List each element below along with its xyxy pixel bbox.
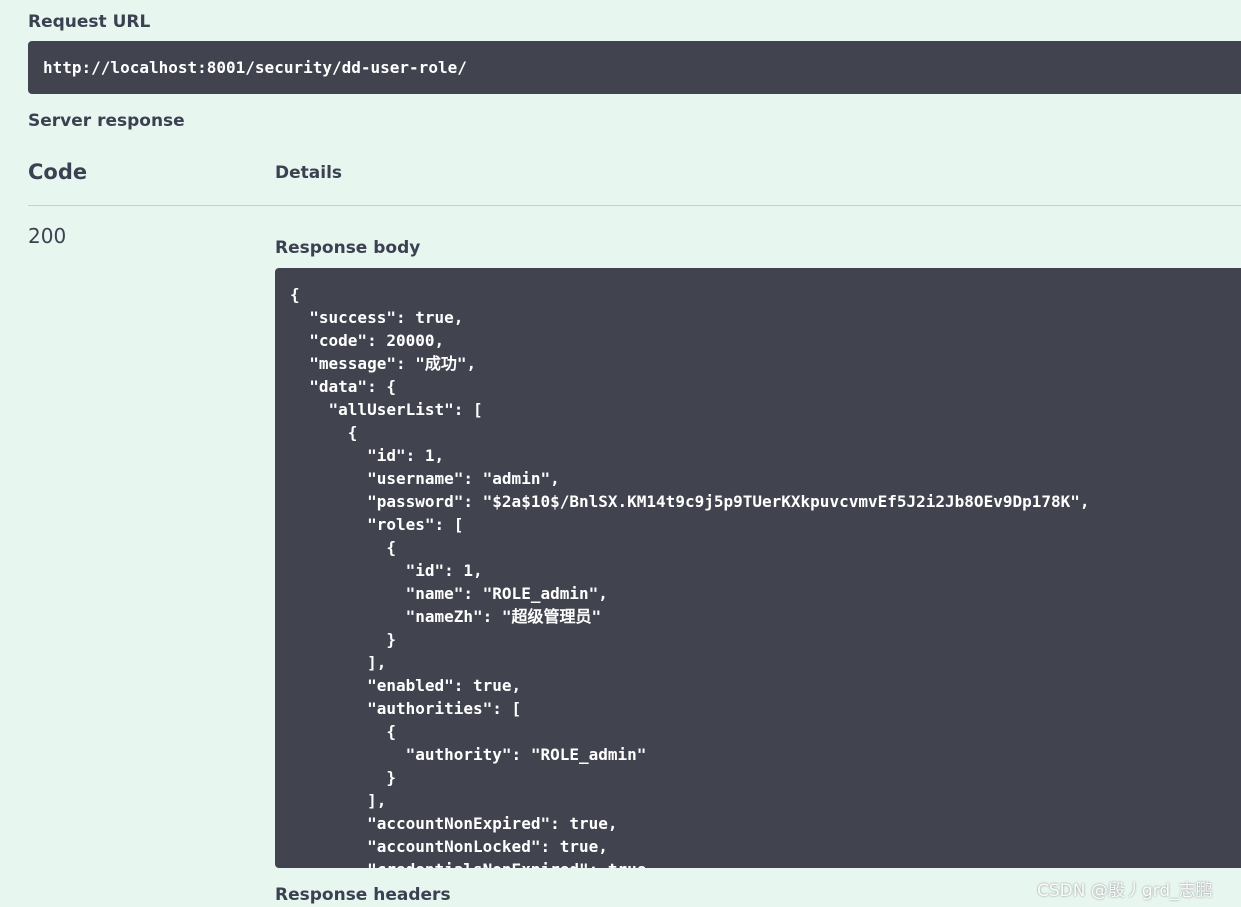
- watermark: CSDN @殷丿grd_志鹏: [1037, 881, 1213, 901]
- response-body-line: {: [290, 423, 358, 442]
- response-body-line: "data": {: [290, 377, 396, 396]
- response-body-line: "nameZh": "超级管理员": [290, 607, 602, 626]
- request-url-label: Request URL: [28, 12, 151, 32]
- column-header-details: Details: [275, 163, 343, 183]
- response-body-line: "authorities": [: [290, 699, 522, 718]
- response-body-line: "username": "admin",: [290, 469, 560, 488]
- response-body-line: }: [290, 768, 396, 787]
- response-body-line: "code": 20000,: [290, 331, 445, 350]
- response-body-line: "allUserList": [: [290, 400, 483, 419]
- server-response-label: Server response: [28, 111, 185, 131]
- response-body-line: "accountNonLocked": true,: [290, 837, 608, 856]
- column-header-code: Code: [28, 160, 88, 184]
- response-body-line: ],: [290, 653, 387, 672]
- response-headers-label: Response headers: [275, 885, 451, 905]
- response-body-line: "authority": "ROLE_admin": [290, 745, 647, 764]
- response-body-line: "id": 1,: [290, 561, 483, 580]
- response-body-line: "enabled": true,: [290, 676, 522, 695]
- request-url-box[interactable]: http://localhost:8001/security/dd-user-r…: [28, 41, 1241, 94]
- response-body-line: "name": "ROLE_admin",: [290, 584, 608, 603]
- response-body-line: "roles": [: [290, 515, 464, 534]
- response-body-line: {: [290, 285, 300, 304]
- response-body-line: "accountNonExpired": true,: [290, 814, 618, 833]
- table-divider: [28, 205, 1241, 206]
- response-body-line: "credentialsNonExpired": true,: [290, 858, 1241, 868]
- response-body-line: "password": "$2a$10$/BnlSX.KM14t9c9j5p9T…: [290, 492, 1090, 511]
- response-body-line: }: [290, 630, 396, 649]
- response-body-line: "id": 1,: [290, 446, 445, 465]
- response-body-line: ],: [290, 791, 387, 810]
- response-body-line: {: [290, 722, 396, 741]
- request-url-text: http://localhost:8001/security/dd-user-r…: [43, 58, 467, 77]
- response-body-code-block[interactable]: { "success": true, "code": 20000, "messa…: [275, 268, 1241, 868]
- response-body-line: "message": "成功",: [290, 354, 477, 373]
- response-body-label: Response body: [275, 238, 421, 258]
- response-body-line: "success": true,: [290, 308, 464, 327]
- response-status-code: 200: [28, 224, 67, 248]
- response-body-line: {: [290, 538, 396, 557]
